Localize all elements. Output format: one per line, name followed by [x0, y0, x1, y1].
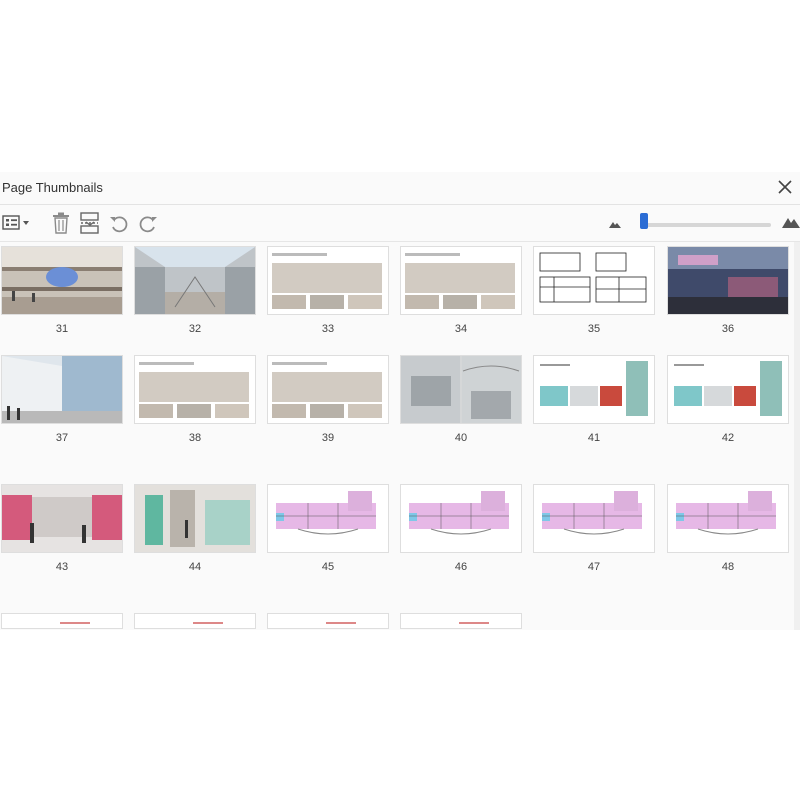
page-thumbnail[interactable] — [268, 356, 388, 423]
page-number-label: 39 — [321, 432, 335, 444]
thumbnail-options-icon[interactable] — [2, 213, 30, 233]
page-number-label: 31 — [55, 323, 69, 335]
page-thumbnail[interactable] — [2, 356, 122, 423]
page-thumbnail[interactable] — [668, 485, 788, 552]
page-number-label: 48 — [721, 561, 735, 573]
page-number-label: 33 — [321, 323, 335, 335]
page-thumbnail[interactable] — [135, 485, 255, 552]
rotate-clockwise-icon[interactable] — [138, 214, 158, 234]
rotate-counterclockwise-icon[interactable] — [109, 214, 129, 234]
insert-pages-icon[interactable] — [80, 212, 100, 234]
page-thumbnail[interactable] — [401, 356, 521, 423]
zoom-in-mountain-icon[interactable] — [782, 215, 800, 228]
zoom-slider-track[interactable] — [645, 223, 771, 227]
page-thumbnail[interactable] — [401, 247, 521, 314]
page-thumbnail[interactable] — [2, 485, 122, 552]
page-thumbnail[interactable] — [401, 614, 521, 628]
panel-titlebar: Page Thumbnails — [0, 172, 800, 205]
page-thumbnail[interactable] — [2, 247, 122, 314]
page-number-label: 42 — [721, 432, 735, 444]
thumbnails-grid: 31 32 33 34 35 36 37 38 39 40 41 42 43 44 45 46 47 48 — [0, 242, 800, 630]
page-number-label: 40 — [454, 432, 468, 444]
page-number-label: 38 — [188, 432, 202, 444]
page-thumbnail[interactable] — [135, 614, 255, 628]
page-thumbnail[interactable] — [268, 247, 388, 314]
page-number-label: 45 — [321, 561, 335, 573]
page-thumbnail[interactable] — [534, 247, 654, 314]
page-thumbnail[interactable] — [668, 356, 788, 423]
page-thumbnail[interactable] — [268, 614, 388, 628]
page-thumbnails-panel: Page Thumbnails 31 32 33 34 35 36 37 38 … — [0, 172, 800, 630]
page-number-label: 46 — [454, 561, 468, 573]
page-number-label: 47 — [587, 561, 601, 573]
page-number-label: 37 — [55, 432, 69, 444]
page-number-label: 36 — [721, 323, 735, 335]
page-thumbnail[interactable] — [135, 356, 255, 423]
page-number-label: 43 — [55, 561, 69, 573]
page-thumbnail[interactable] — [135, 247, 255, 314]
page-number-label: 35 — [587, 323, 601, 335]
page-thumbnail[interactable] — [2, 614, 122, 628]
page-number-label: 44 — [188, 561, 202, 573]
page-thumbnail[interactable] — [534, 356, 654, 423]
page-thumbnail[interactable] — [534, 485, 654, 552]
thumbnails-scrollbar[interactable] — [794, 242, 800, 630]
page-thumbnail[interactable] — [668, 247, 788, 314]
page-number-label: 41 — [587, 432, 601, 444]
panel-title: Page Thumbnails — [2, 180, 103, 195]
zoom-slider-thumb[interactable] — [640, 213, 648, 229]
page-thumbnail[interactable] — [401, 485, 521, 552]
trash-icon[interactable] — [52, 212, 70, 234]
page-thumbnail[interactable] — [268, 485, 388, 552]
page-number-label: 34 — [454, 323, 468, 335]
page-number-label: 32 — [188, 323, 202, 335]
zoom-out-mountain-icon[interactable] — [609, 220, 621, 228]
close-icon[interactable] — [776, 178, 794, 196]
